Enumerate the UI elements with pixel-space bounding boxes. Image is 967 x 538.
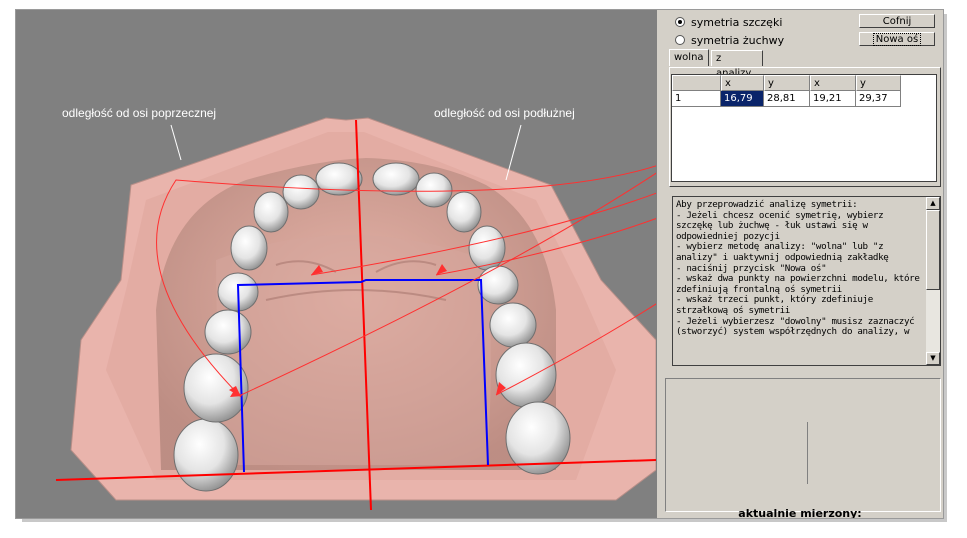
new-axis-button[interactable]: Nowa oś — [859, 32, 935, 46]
tab-wolna[interactable]: wolna — [669, 49, 709, 66]
radio-checked-icon — [675, 17, 685, 27]
control-panel: symetria szczęki symetria żuchwy Cofnij … — [657, 10, 943, 518]
table-cell-index[interactable]: 1 — [672, 91, 721, 107]
3d-viewport[interactable]: odległość od osi poprzecznej odległość o… — [16, 10, 656, 518]
radio-unchecked-icon — [675, 35, 685, 45]
undo-button-label: Cofnij — [882, 16, 912, 27]
instructions-memo[interactable]: Aby przeprowadzić analizę symetrii: - Je… — [672, 196, 941, 366]
table-header-y2: y — [856, 75, 901, 91]
scroll-thumb[interactable] — [926, 210, 940, 290]
table-cell-y1[interactable]: 28,81 — [764, 91, 810, 107]
currently-measured-label: aktualnie mierzony: — [738, 507, 862, 519]
memo-scrollbar[interactable]: ▲ ▼ — [926, 197, 940, 365]
label-transverse-distance: odległość od osi poprzecznej — [62, 106, 217, 120]
scroll-up-icon[interactable]: ▲ — [926, 197, 940, 210]
radio-mandible-label: symetria żuchwy — [691, 33, 785, 47]
instructions-text: Aby przeprowadzić analizę symetrii: - Je… — [676, 199, 920, 338]
table-header-x2: x — [810, 75, 856, 91]
table-header-x1: x — [721, 75, 764, 91]
measurement-table[interactable]: x y x y 1 16,79 28,81 19,21 29,37 — [671, 74, 937, 182]
measurement-display-area — [665, 378, 941, 512]
table-header-corner — [672, 75, 721, 91]
tab-z-analizy[interactable]: z analizy — [711, 50, 763, 79]
radio-mandible-symmetry[interactable]: symetria żuchwy — [675, 32, 784, 48]
undo-button[interactable]: Cofnij — [859, 14, 935, 28]
new-axis-button-label: Nowa oś — [872, 33, 922, 46]
divider-line — [807, 422, 808, 484]
radio-maxilla-symmetry[interactable]: symetria szczęki — [675, 14, 782, 30]
application-window: odległość od osi poprzecznej odległość o… — [15, 9, 944, 519]
table-header-y1: y — [764, 75, 810, 91]
dental-arch-model — [55, 117, 656, 511]
label-longitudinal-distance: odległość od osi podłużnej — [434, 106, 575, 120]
table-cell-x2[interactable]: 19,21 — [810, 91, 856, 107]
radio-maxilla-label: symetria szczęki — [691, 15, 783, 29]
table-cell-y2[interactable]: 29,37 — [856, 91, 901, 107]
table-cell-x1[interactable]: 16,79 — [721, 91, 764, 107]
scroll-down-icon[interactable]: ▼ — [926, 352, 940, 365]
